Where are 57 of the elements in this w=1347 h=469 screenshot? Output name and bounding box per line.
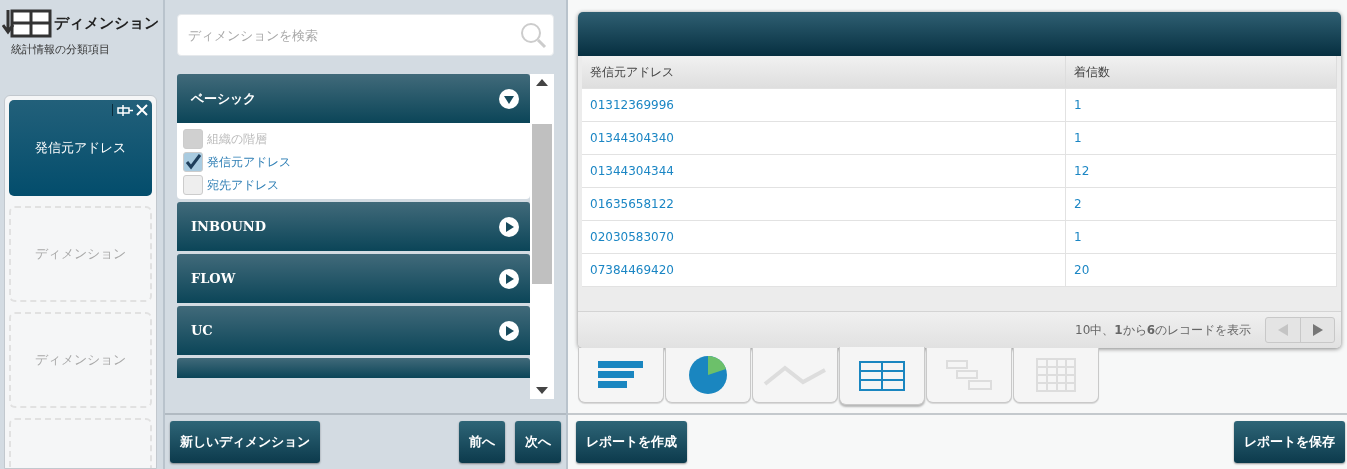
category-header[interactable]: ベーシック [177,74,530,123]
slot-placeholder: ディメンション [35,245,126,263]
category-header[interactable]: UC [177,306,530,355]
grouped-table-icon [946,360,992,390]
bar-chart-icon [598,359,644,391]
search-box[interactable]: ディメンションを検索 [177,14,554,56]
chart-type-tab[interactable] [665,348,751,403]
collapsed-icon[interactable] [498,267,520,290]
dimension-slot[interactable]: 発信元アドレス [9,100,152,196]
close-icon[interactable] [136,104,148,116]
table-cell[interactable]: 1 [1066,221,1337,253]
empty-slot[interactable]: ディメンション [9,206,152,302]
collapsed-icon[interactable] [498,319,520,342]
table-cell[interactable]: 01635658122 [582,188,1066,220]
pin-icon[interactable] [117,104,133,116]
category-header[interactable]: INBOUND [177,202,530,251]
category-header[interactable]: FLOW [177,254,530,303]
table-cell[interactable]: 1 [1066,122,1337,154]
table-cell[interactable]: 1 [1066,89,1337,121]
left-triangle-icon [1278,324,1288,336]
right-triangle-icon [1312,324,1323,336]
table-cell[interactable]: 01344304340 [582,122,1066,154]
slot-label: 発信元アドレス [35,139,126,157]
scroll-up-icon[interactable] [536,79,548,86]
column-header[interactable]: 着信数 [1066,56,1337,88]
table-arrow-icon [2,8,52,38]
checkbox[interactable] [183,175,203,195]
panel-subtitle: 統計情報の分類項目 [11,42,111,57]
column-header[interactable]: 発信元アドレス [582,56,1066,88]
table-icon [859,360,905,391]
next-button[interactable]: 次へ [515,421,561,463]
chart-type-tab[interactable] [578,348,664,403]
empty-slot[interactable]: ディメンション [9,312,152,408]
checkbox[interactable] [183,152,203,172]
create-report-button[interactable]: レポートを作成 [576,421,687,463]
save-report-button[interactable]: レポートを保存 [1234,421,1345,463]
new-dimension-button[interactable]: 新しいディメンション [170,421,320,463]
expanded-icon[interactable] [498,87,520,110]
dimension-option[interactable]: 発信元アドレス [207,153,291,171]
chart-type-tab[interactable] [839,347,925,405]
grid-table-icon [1036,358,1076,392]
table-cell[interactable]: 20 [1066,254,1337,286]
previous-button[interactable]: 前へ [459,421,505,463]
table-cell[interactable]: 07384469420 [582,254,1066,286]
pie-chart-icon [688,355,728,395]
table-cell[interactable]: 01344304344 [582,155,1066,187]
table-cell[interactable]: 2 [1066,188,1337,220]
table-cell[interactable]: 02030583070 [582,221,1066,253]
slot-placeholder: ディメンション [35,351,126,369]
table-cell[interactable]: 12 [1066,155,1337,187]
table-cell[interactable]: 01312369996 [582,89,1066,121]
record-count: 10中、1から6のレコードを表示 [1075,321,1251,339]
dimension-option[interactable]: 宛先アドレス [207,176,279,194]
scrollbar[interactable] [530,74,554,399]
scroll-down-icon[interactable] [536,387,548,394]
collapsed-icon[interactable] [498,215,520,238]
panel-title: ディメンション [54,13,159,33]
